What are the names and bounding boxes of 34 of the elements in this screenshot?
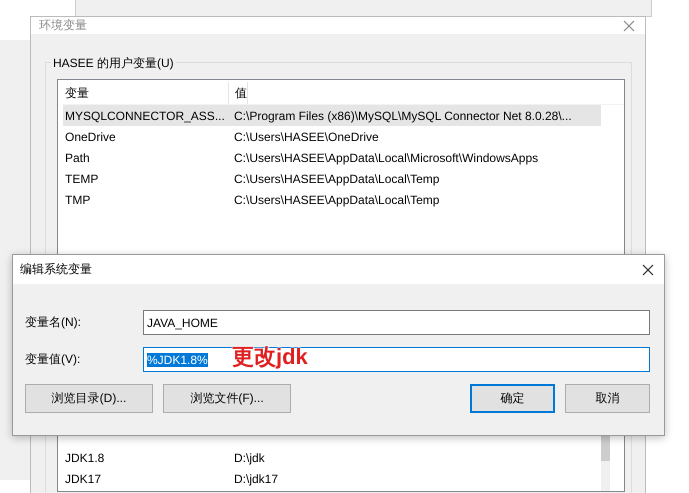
list-row[interactable]: Path C:\Users\HASEE\AppData\Local\Microsoft\WindowsApps — [63, 147, 601, 168]
table-cell-text: D:\jdk17 — [233, 472, 278, 486]
table-cell-text: JDK17 — [64, 472, 102, 486]
group-label: HASEE 的用户变量(U) — [51, 55, 176, 72]
field-value: %JDK1.8% — [147, 352, 208, 366]
field-value: JAVA_HOME — [147, 316, 218, 330]
table-cell-text: OneDrive — [64, 130, 117, 144]
list-row[interactable]: TEMP C:\Users\HASEE\AppData\Local\Temp — [63, 168, 601, 189]
table-cell-text: C:\Users\HASEE\OneDrive — [233, 130, 379, 144]
table-cell-text: C:\Users\HASEE\AppData\Local\Temp — [233, 192, 440, 206]
window-title: 编辑系统变量 — [20, 261, 92, 278]
table-cell-text: D:\jdk — [233, 450, 265, 464]
list-row[interactable]: TMP C:\Users\HASEE\AppData\Local\Temp — [63, 189, 601, 210]
input-field[interactable]: JAVA_HOME — [143, 310, 650, 335]
table-cell-text: JDK1.8 — [64, 450, 106, 464]
table-cell-text: C:\Program Files (x86)\MySQL\MySQL Connector Net 8.0.28\... — [233, 108, 572, 122]
column-header[interactable]: 值 — [229, 82, 248, 104]
list-row[interactable]: OneDrive C:\Users\HASEE\OneDrive — [63, 126, 601, 147]
table-cell-text: MYSQLCONNECTOR_ASS... — [64, 108, 226, 122]
dialog-button[interactable]: 浏览目录(D)... — [25, 384, 153, 413]
table-cell-text: TMP — [64, 192, 92, 206]
list-row[interactable]: MYSQLCONNECTOR_ASS... C:\Program Files (x86)\MySQL\MySQL Connector Net 8.0.28\... — [63, 105, 601, 126]
table-cell-text: Path — [64, 150, 91, 164]
table-cell-text: TEMP — [64, 172, 100, 186]
window-title: 环境变量 — [39, 17, 87, 34]
table-cell-text: C:\Users\HASEE\AppData\Local\Temp — [233, 172, 440, 186]
dialog-button[interactable]: 确定 — [470, 384, 555, 413]
table-cell-text: C:\Users\HASEE\AppData\Local\Microsoft\WindowsApps — [233, 150, 538, 164]
field-label: 变量值(V): — [25, 351, 82, 368]
dialog-button[interactable]: 取消 — [565, 384, 650, 413]
column-header[interactable]: 变量 — [63, 82, 229, 104]
dialog-button[interactable]: 浏览文件(F)... — [163, 384, 291, 413]
field-label: 变量名(N): — [25, 314, 82, 331]
input-field[interactable]: %JDK1.8% 更改jdk — [143, 347, 650, 372]
